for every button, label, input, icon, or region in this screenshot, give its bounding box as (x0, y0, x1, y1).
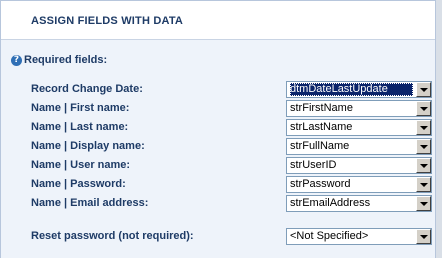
dropdown-button[interactable] (416, 82, 431, 97)
dropdown-button[interactable] (416, 229, 431, 244)
select-value: strFullName (290, 140, 350, 152)
select-value: <Not Specified> (290, 230, 369, 242)
required-fields-heading: ? Required fields: (11, 53, 107, 67)
dropdown-button[interactable] (416, 120, 431, 135)
field-row-record-change-date: Record Change Date: dtmDateLastUpdate (1, 81, 437, 99)
select-value: strEmailAddress (290, 197, 371, 209)
chevron-down-icon (419, 182, 428, 187)
field-label: Name | Password: (31, 178, 126, 190)
field-row-reset-password: Reset password (not required): <Not Spec… (1, 228, 437, 246)
assign-fields-panel: ASSIGN FIELDS WITH DATA ? Required field… (0, 0, 436, 258)
select-value: strLastName (290, 121, 353, 133)
user-name-select[interactable]: strUserID (286, 157, 432, 174)
select-value: strPassword (290, 178, 351, 190)
field-label: Reset password (not required): (31, 230, 194, 242)
field-label: Name | Last name: (31, 121, 129, 133)
dropdown-button[interactable] (416, 177, 431, 192)
reset-password-select[interactable]: <Not Specified> (286, 228, 432, 245)
field-label: Name | Email address: (31, 197, 149, 209)
chevron-down-icon (419, 163, 428, 168)
required-fields-label: Required fields: (24, 54, 108, 66)
display-name-select[interactable]: strFullName (286, 138, 432, 155)
help-icon[interactable]: ? (11, 54, 22, 66)
email-address-select[interactable]: strEmailAddress (286, 195, 432, 212)
dropdown-button[interactable] (416, 196, 431, 211)
section-title: ASSIGN FIELDS WITH DATA (31, 15, 184, 27)
chevron-down-icon (419, 87, 428, 92)
password-select[interactable]: strPassword (286, 176, 432, 193)
chevron-down-icon (419, 201, 428, 206)
chevron-down-icon (419, 106, 428, 111)
field-row-last-name: Name | Last name: strLastName (1, 119, 437, 137)
last-name-select[interactable]: strLastName (286, 119, 432, 136)
dropdown-button[interactable] (416, 139, 431, 154)
record-change-date-select[interactable]: dtmDateLastUpdate (286, 81, 432, 98)
panel-header: ASSIGN FIELDS WITH DATA (1, 1, 435, 39)
field-row-first-name: Name | First name: strFirstName (1, 100, 437, 118)
field-label: Name | Display name: (31, 140, 145, 152)
field-label: Name | First name: (31, 102, 130, 114)
select-value: dtmDateLastUpdate (290, 83, 413, 96)
chevron-down-icon (419, 144, 428, 149)
select-value: strFirstName (290, 102, 353, 114)
field-row-password: Name | Password: strPassword (1, 176, 437, 194)
first-name-select[interactable]: strFirstName (286, 100, 432, 117)
field-row-display-name: Name | Display name: strFullName (1, 138, 437, 156)
select-value: strUserID (290, 159, 337, 171)
field-label: Name | User name: (31, 159, 131, 171)
dropdown-button[interactable] (416, 158, 431, 173)
header-divider (1, 39, 435, 40)
field-row-user-name: Name | User name: strUserID (1, 157, 437, 175)
dropdown-button[interactable] (416, 101, 431, 116)
chevron-down-icon (419, 234, 428, 239)
field-label: Record Change Date: (31, 83, 143, 95)
chevron-down-icon (419, 125, 428, 130)
field-row-email-address: Name | Email address: strEmailAddress (1, 195, 437, 213)
